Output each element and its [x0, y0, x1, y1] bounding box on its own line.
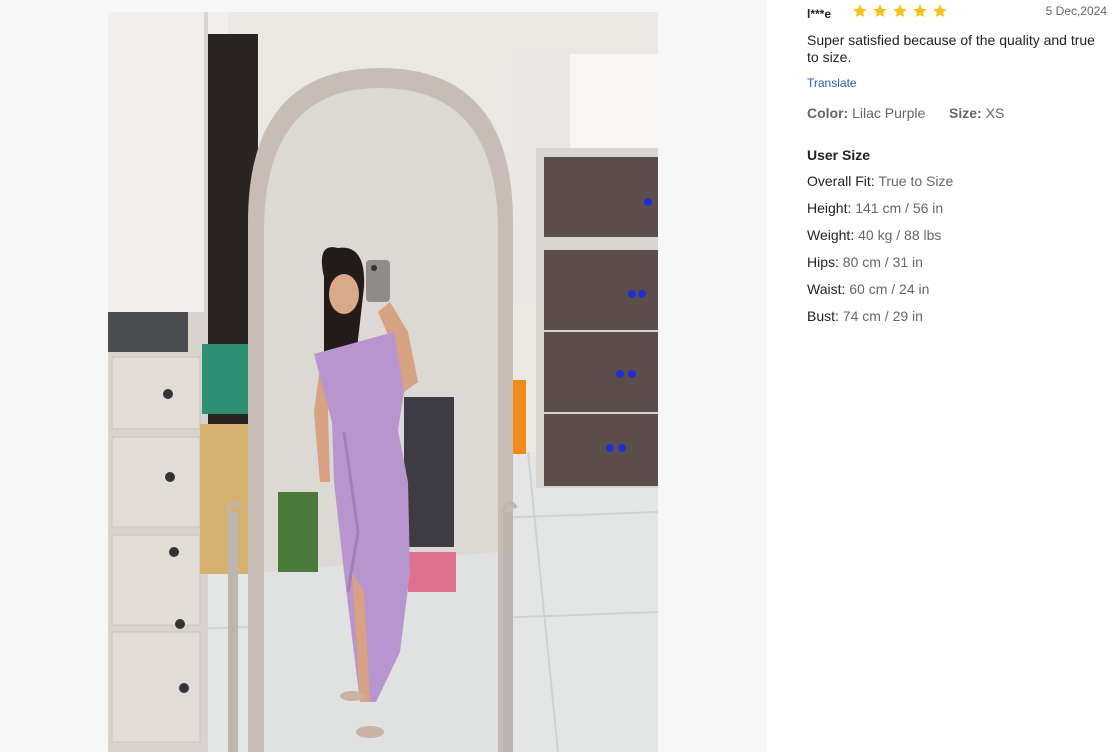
- review-photo[interactable]: [108, 12, 658, 752]
- size-row-hips: Hips: 80 cm / 31 in: [807, 254, 923, 270]
- review-text: Super satisfied because of the quality a…: [807, 32, 1095, 65]
- rating-stars: [852, 3, 948, 19]
- size-row-bust: Bust: 74 cm / 29 in: [807, 308, 923, 324]
- user-size-list: Overall Fit: True to Size Height: 141 cm…: [807, 173, 953, 335]
- star-icon: [873, 4, 887, 18]
- user-size-title: User Size: [807, 147, 871, 163]
- star-icon: [933, 4, 947, 18]
- star-icon: [913, 4, 927, 18]
- photo-viewer: [0, 0, 767, 752]
- size-row-waist: Waist: 60 cm / 24 in: [807, 281, 930, 297]
- star-icon: [893, 4, 907, 18]
- star-icon: [853, 4, 867, 18]
- color-value: Lilac Purple: [852, 105, 926, 121]
- size-value: XS: [985, 105, 1005, 121]
- review-photo-image: [108, 12, 658, 752]
- review-header: l***e 5 Dec,2024: [807, 4, 1107, 22]
- translate-link[interactable]: Translate: [807, 76, 857, 90]
- size-row-overall-fit: Overall Fit: True to Size: [807, 173, 954, 189]
- color-label: Color:: [807, 105, 849, 121]
- review-panel: l***e 5 Dec,2024 Super satisfied because…: [807, 0, 1107, 752]
- size-row-weight: Weight: 40 kg / 88 lbs: [807, 227, 942, 243]
- size-row-height: Height: 141 cm / 56 in: [807, 200, 944, 216]
- purchase-attributes: Color: Lilac Purple Size: XS: [807, 105, 1004, 121]
- size-label: Size:: [949, 105, 982, 121]
- reviewer-name: l***e: [807, 7, 832, 21]
- review-date: 5 Dec,2024: [1045, 4, 1107, 18]
